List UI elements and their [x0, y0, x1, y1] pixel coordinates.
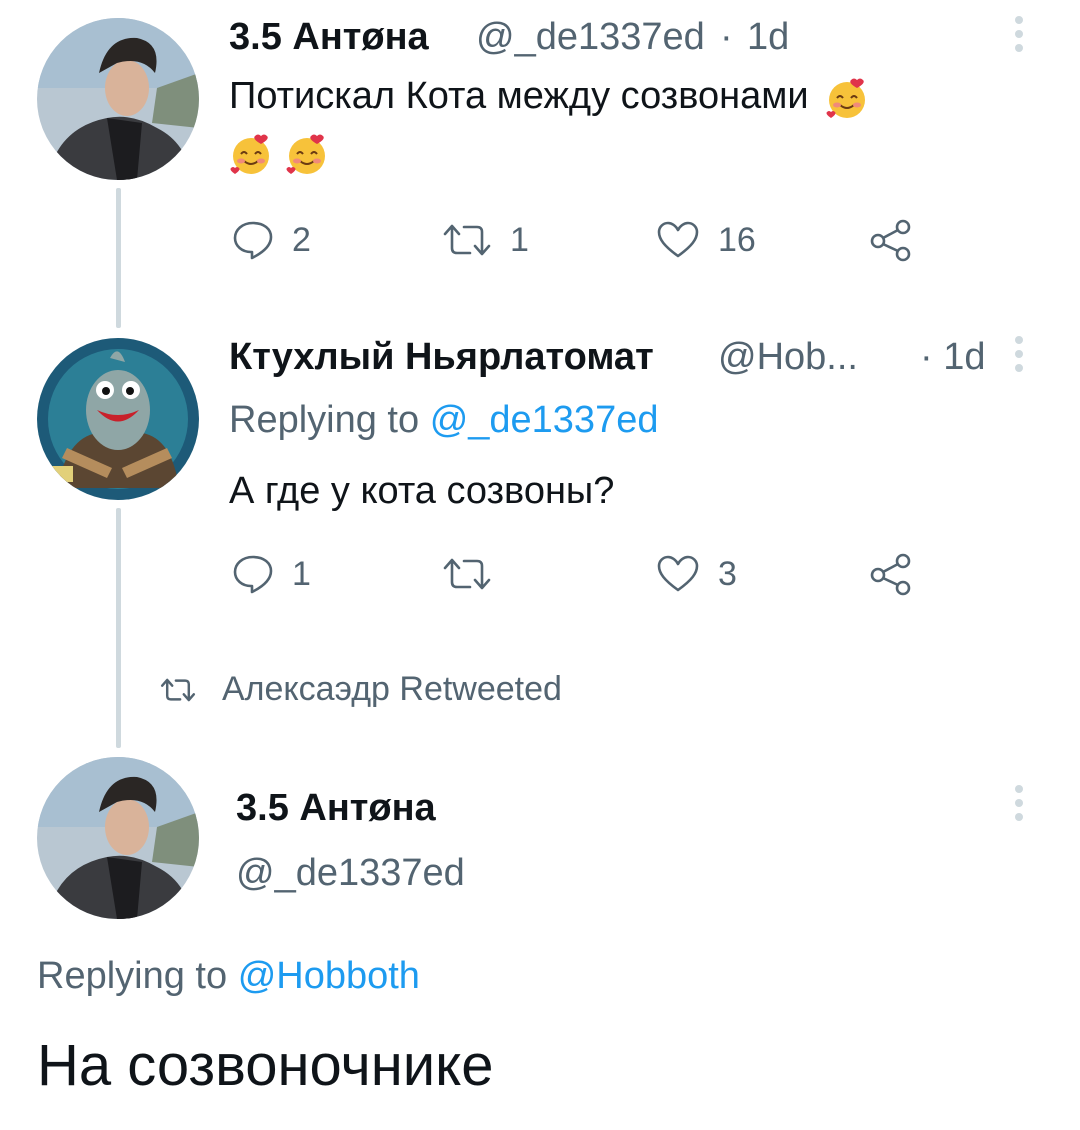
thread-connector-2 [116, 508, 121, 748]
tweet3-replying-handle[interactable]: @Hobboth [238, 955, 420, 997]
tweet1-more-options-icon[interactable] [1014, 16, 1024, 58]
reply-icon [233, 221, 273, 260]
tweet1-share-button[interactable] [868, 218, 914, 262]
tweet2-replying-prefix: Replying to [229, 399, 420, 441]
retweet-icon [443, 224, 491, 256]
tweet3-more-options-icon[interactable] [1014, 785, 1024, 827]
thread-connector-1 [116, 188, 121, 328]
smiling-face-with-hearts-icon [230, 134, 269, 174]
smiling-face-with-hearts-icon [826, 78, 866, 118]
smiling-face-with-hearts-icon [286, 134, 326, 174]
share-icon [870, 219, 911, 262]
tweet2-more-options-icon[interactable] [1014, 336, 1024, 378]
tweet2-replying-line: Replying to @_de1337ed [229, 399, 658, 442]
reply-icon [233, 555, 273, 594]
tweet1-like-count: 16 [718, 220, 756, 259]
tweet3-text: На созвоночнике [37, 1033, 494, 1098]
tweet3-replying-prefix: Replying to [37, 955, 228, 997]
tweet2-author-name[interactable]: Ктухлый Ньярлатомат [229, 336, 654, 379]
tweet2-timestamp[interactable]: · 1d [920, 336, 985, 379]
retweet-notice-text: Алексаэдр Retweeted [222, 670, 562, 708]
retweet-icon [160, 678, 196, 701]
tweet1-retweet-count: 1 [510, 220, 529, 259]
tweet3-replying-line: Replying to @Hobboth [37, 955, 420, 998]
tweet2-share-button[interactable] [868, 552, 914, 596]
tweet2-reply-count: 1 [292, 554, 311, 593]
tweet1-reply-button[interactable]: 2 [232, 220, 311, 260]
tweet1-text: Потискал Кота между созвонами [229, 75, 809, 117]
tweet1-text-line: Потискал Кота между созвонами [229, 75, 869, 120]
tweet3-author-name[interactable]: 3.5 Антøна [236, 787, 436, 830]
tweet1-author-handle[interactable]: @_de1337ed [476, 16, 705, 59]
tweet1-like-button[interactable]: 16 [656, 220, 756, 260]
avatar-ktuhly[interactable] [37, 338, 199, 500]
heart-icon [657, 555, 699, 592]
tweet1-retweet-button[interactable]: 1 [442, 220, 529, 260]
tweet2-text: А где у кота созвоны? [229, 470, 615, 512]
tweet1-separator: · [720, 16, 733, 58]
tweet3-author-handle[interactable]: @_de1337ed [236, 852, 465, 895]
retweet-notice[interactable]: Алексаэдр Retweeted [160, 670, 562, 709]
tweet1-emoji-row [229, 132, 329, 176]
tweet1-reply-count: 2 [292, 220, 311, 259]
tweet2-author-handle[interactable]: @Hob... [718, 336, 858, 379]
tweet1-author-name[interactable]: 3.5 Антøна [229, 16, 429, 59]
tweet2-replying-handle[interactable]: @_de1337ed [430, 399, 659, 441]
heart-icon [657, 221, 699, 258]
tweet2-like-count: 3 [718, 554, 737, 593]
tweet2-reply-button[interactable]: 1 [232, 554, 311, 594]
retweet-icon [443, 558, 491, 590]
share-icon [870, 553, 911, 596]
avatar-antona[interactable] [37, 18, 199, 180]
tweet2-retweet-button[interactable] [442, 554, 510, 594]
avatar-antona-main[interactable] [37, 757, 199, 919]
tweet2-like-button[interactable]: 3 [656, 554, 737, 594]
tweet1-timestamp[interactable]: 1d [747, 16, 789, 59]
